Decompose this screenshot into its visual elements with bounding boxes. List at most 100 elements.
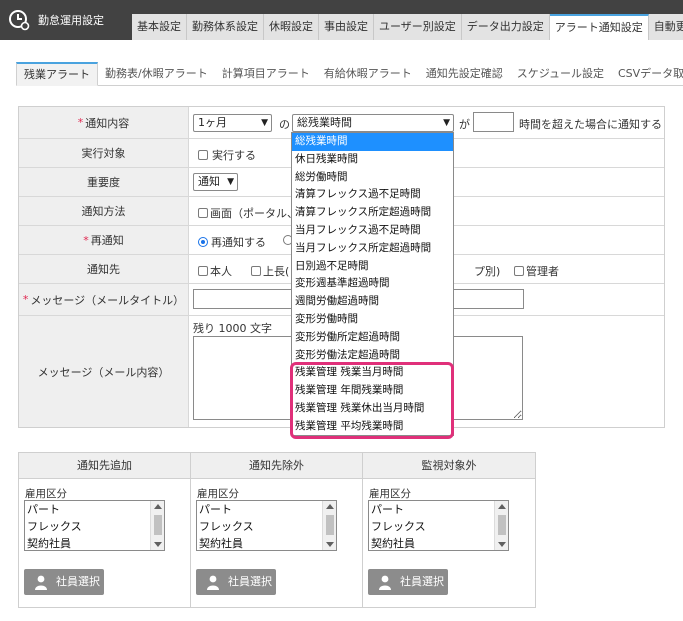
dropdown-option[interactable]: 総労働時間: [292, 169, 453, 187]
sub-tab-calc-alert[interactable]: 計算項目アラート: [215, 62, 317, 86]
dropdown-option[interactable]: 変形労働時間: [292, 311, 453, 329]
employment-type-listbox[interactable]: パート フレックス 契約社員: [196, 500, 337, 551]
label-notify-to: 通知先: [19, 255, 189, 283]
list-item[interactable]: 契約社員: [197, 535, 336, 550]
panel-exclude-recipient: 通知先除外 雇用区分 パート フレックス 契約社員 社員選択: [191, 453, 363, 607]
importance-select[interactable]: 通知 ▼: [193, 173, 238, 191]
panel-field-label: 雇用区分: [25, 488, 67, 500]
panel-title: 監視対象外: [363, 453, 535, 479]
dropdown-option[interactable]: 休日残業時間: [292, 151, 453, 169]
list-item[interactable]: パート: [197, 501, 336, 518]
list-item[interactable]: 契約社員: [25, 535, 164, 550]
label-importance: 重要度: [19, 168, 189, 196]
item-dropdown-list[interactable]: 総残業時間 休日残業時間 総労働時間 清算フレックス過不足時間 清算フレックス所…: [291, 132, 454, 436]
dropdown-option[interactable]: 残業管理 年間残業時間: [292, 382, 453, 400]
screen-label: 画面（ポータル、: [210, 207, 298, 220]
list-item[interactable]: フレックス: [369, 518, 508, 535]
dropdown-option[interactable]: 変形労働所定超過時間: [292, 329, 453, 347]
renotify-on-radio[interactable]: [198, 237, 208, 247]
connector-no: の: [279, 118, 290, 131]
notify-suffix: 時間を超えた場合に通知する: [519, 118, 662, 131]
panel-add-recipient: 通知先追加 雇用区分 パート フレックス 契約社員 社員選択: [19, 453, 191, 607]
label-message-body: メッセージ（メール内容）: [19, 316, 189, 427]
select-employee-button[interactable]: 社員選択: [368, 569, 448, 595]
app-header: 勤怠運用設定 基本設定 勤務体系設定 休暇設定 事由設定 ユーザー別設定 データ…: [0, 0, 683, 40]
self-label: 本人: [210, 265, 232, 278]
person-icon: [35, 575, 47, 590]
label-renotify: 再通知: [90, 234, 124, 247]
main-tabs: 基本設定 勤務体系設定 休暇設定 事由設定 ユーザー別設定 データ出力設定 アラ…: [132, 14, 683, 40]
dropdown-option[interactable]: 清算フレックス過不足時間: [292, 186, 453, 204]
label-target: 実行対象: [19, 139, 189, 167]
list-item[interactable]: パート: [369, 501, 508, 518]
listbox-scrollbar[interactable]: [494, 501, 508, 550]
main-tab-reason[interactable]: 事由設定: [319, 14, 374, 40]
panel-field-label: 雇用区分: [369, 488, 411, 500]
employment-type-listbox[interactable]: パート フレックス 契約社員: [368, 500, 509, 551]
screen-checkbox[interactable]: [198, 208, 208, 218]
dropdown-option[interactable]: 日別過不足時間: [292, 258, 453, 276]
sub-tab-overtime-alert[interactable]: 残業アラート: [16, 62, 98, 86]
period-select[interactable]: 1ヶ月 ▼: [193, 114, 272, 132]
connector-ga: が: [459, 118, 470, 131]
dropdown-option[interactable]: 当月フレックス過不足時間: [292, 222, 453, 240]
dropdown-option[interactable]: 当月フレックス所定超過時間: [292, 240, 453, 258]
sub-tab-recipient-check[interactable]: 通知先設定確認: [419, 62, 510, 86]
dropdown-option[interactable]: 総残業時間: [292, 133, 453, 151]
main-tab-auto-update[interactable]: 自動更: [648, 14, 683, 40]
chevron-down-icon: ▼: [261, 118, 268, 128]
dropdown-option[interactable]: 残業管理 残業休出当月時間: [292, 400, 453, 418]
boss-label: 上長(: [263, 265, 290, 278]
main-tab-data-output[interactable]: データ出力設定: [461, 14, 550, 40]
sub-tabs: 残業アラート 勤務表/休暇アラート 計算項目アラート 有給休暇アラート 通知先設…: [16, 62, 683, 86]
execute-checkbox[interactable]: [198, 150, 208, 160]
dropdown-option[interactable]: 週間労働超過時間: [292, 293, 453, 311]
app-title: 勤怠運用設定: [38, 14, 104, 27]
main-tab-work-system[interactable]: 勤務体系設定: [187, 14, 264, 40]
list-item[interactable]: パート: [25, 501, 164, 518]
dropdown-option[interactable]: 清算フレックス所定超過時間: [292, 204, 453, 222]
sub-tab-schedule[interactable]: スケジュール設定: [510, 62, 611, 86]
hours-input[interactable]: [473, 112, 514, 132]
dropdown-option[interactable]: 変形週基準超過時間: [292, 275, 453, 293]
listbox-scrollbar[interactable]: [150, 501, 164, 550]
person-icon: [207, 575, 219, 590]
label-notify-content: 通知内容: [85, 116, 130, 130]
self-checkbox[interactable]: [198, 266, 208, 276]
sub-tab-csv-import[interactable]: CSVデータ取込: [611, 62, 683, 86]
sub-tab-paid-leave-alert[interactable]: 有給休暇アラート: [317, 62, 419, 86]
item-select[interactable]: 総残業時間 ▼: [292, 114, 454, 132]
renotify-on-label: 再通知する: [211, 236, 266, 249]
list-item[interactable]: 契約社員: [369, 535, 508, 550]
main-tab-user[interactable]: ユーザー別設定: [374, 14, 462, 40]
admin-checkbox[interactable]: [514, 266, 524, 276]
dropdown-option[interactable]: 残業管理 平均残業時間: [292, 418, 453, 436]
bottom-panels: 通知先追加 雇用区分 パート フレックス 契約社員 社員選択 通知先除外 雇用区…: [18, 452, 536, 608]
panel-title: 通知先追加: [19, 453, 190, 479]
select-employee-button[interactable]: 社員選択: [24, 569, 104, 595]
list-item[interactable]: フレックス: [25, 518, 164, 535]
admin-label: 管理者: [526, 265, 559, 278]
employment-type-listbox[interactable]: パート フレックス 契約社員: [24, 500, 165, 551]
dropdown-option[interactable]: 変形労働法定超過時間: [292, 347, 453, 365]
boss-checkbox[interactable]: [251, 266, 261, 276]
person-icon: [379, 575, 391, 590]
select-employee-button[interactable]: 社員選択: [196, 569, 276, 595]
chevron-down-icon: ▼: [227, 177, 234, 187]
list-item[interactable]: フレックス: [197, 518, 336, 535]
label-notify-method: 通知方法: [19, 197, 189, 225]
listbox-scrollbar[interactable]: [322, 501, 336, 550]
chevron-down-icon: ▼: [443, 118, 450, 128]
panel-field-label: 雇用区分: [197, 488, 239, 500]
remaining-chars: 残り 1000 文字: [193, 322, 272, 335]
dropdown-option[interactable]: 残業管理 残業当月時間: [292, 364, 453, 382]
sub-tab-timesheet-alert[interactable]: 勤務表/休暇アラート: [98, 62, 215, 86]
group-label: プ別): [474, 265, 501, 278]
main-tab-basic[interactable]: 基本設定: [132, 14, 187, 40]
main-tab-alert[interactable]: アラート通知設定: [549, 14, 649, 40]
panel-excluded-monitoring: 監視対象外 雇用区分 パート フレックス 契約社員 社員選択: [363, 453, 535, 607]
label-message-title: メッセージ（メールタイトル）: [30, 293, 185, 307]
execute-label: 実行する: [212, 149, 256, 162]
main-tab-leave[interactable]: 休暇設定: [264, 14, 319, 40]
panel-title: 通知先除外: [191, 453, 362, 479]
